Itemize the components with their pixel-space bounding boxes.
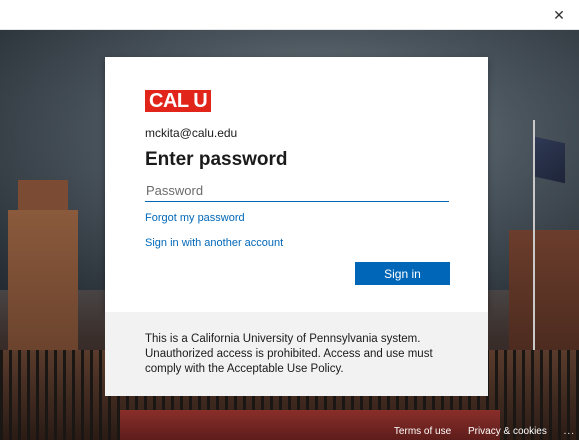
signin-card: CAL U mckita@calu.edu Enter password For… [105,57,488,312]
password-input[interactable] [145,179,449,202]
terms-of-use-link[interactable]: Terms of use [394,426,451,437]
close-icon[interactable]: ✕ [549,5,569,25]
signin-button[interactable]: Sign in [355,262,450,285]
notice-text: This is a California University of Penns… [145,333,433,375]
privacy-cookies-link[interactable]: Privacy & cookies [468,426,547,437]
page-title: Enter password [145,149,288,170]
footer: Terms of use Privacy & cookies ... [394,426,579,440]
background-flag [535,136,565,184]
notice-panel: This is a California University of Penns… [105,312,488,396]
window-titlebar: ✕ [0,0,579,30]
account-email: mckita@calu.edu [145,126,238,140]
forgot-password-link[interactable]: Forgot my password [145,212,245,224]
more-options-icon[interactable]: ... [564,426,575,437]
other-account-link[interactable]: Sign in with another account [145,237,283,249]
calu-logo: CAL U [145,90,212,112]
